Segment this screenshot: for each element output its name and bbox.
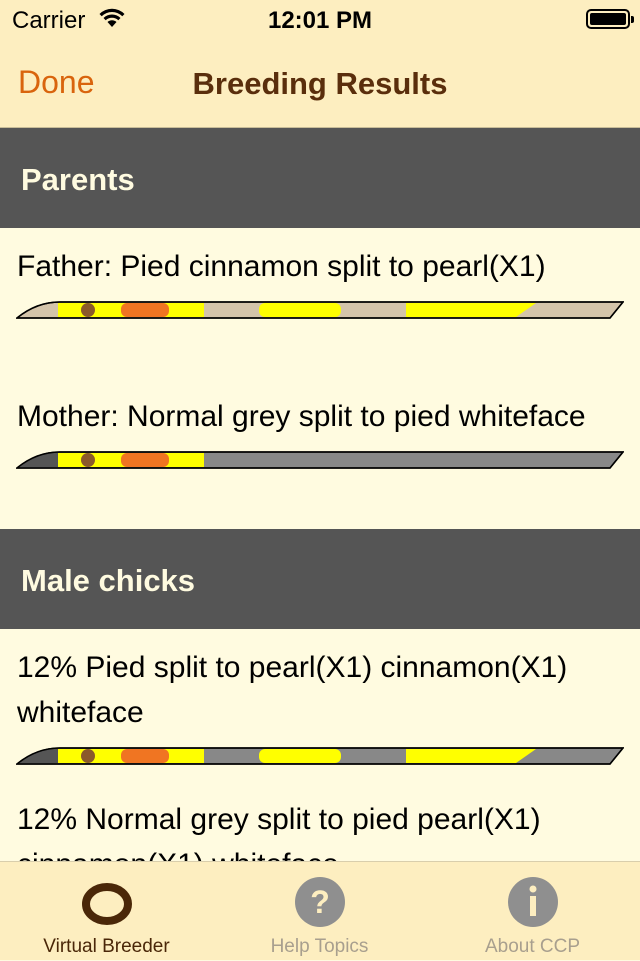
tab-help-topics[interactable]: ? Help Topics	[213, 862, 426, 961]
question-icon: ?	[294, 877, 345, 927]
clock: 12:01 PM	[267, 7, 373, 34]
tab-virtual-breeder[interactable]: Virtual Breeder	[0, 862, 213, 961]
status-bar: Carrier 12:01 PM	[0, 0, 640, 40]
tab-label: Help Topics	[270, 936, 369, 957]
mother-description: Mother: Normal grey split to pied whitef…	[17, 400, 586, 433]
chick-gene-bar	[16, 747, 624, 765]
ring-icon	[81, 883, 132, 925]
tab-label: About CCP	[484, 936, 581, 957]
father-gene-bar	[16, 301, 624, 319]
info-icon	[507, 877, 558, 927]
tab-about-ccp[interactable]: About CCP	[426, 862, 639, 961]
father-row: Father: Pied cinnamon split to pearl(X1)	[0, 228, 640, 378]
chick-row: 12% Pied split to pearl(X1) cinnamon(X1)…	[0, 629, 640, 781]
tab-label: Virtual Breeder	[43, 936, 170, 957]
chick-row: 12% Normal grey split to pied pearl(X1) …	[0, 781, 640, 861]
section-header-parents: Parents	[0, 128, 640, 228]
svg-text:?: ?	[310, 884, 330, 920]
battery-icon	[586, 9, 634, 29]
page-title: Breeding Results	[192, 66, 448, 101]
results-list[interactable]: Parents Father: Pied cinnamon split to p…	[0, 128, 640, 861]
mother-row: Mother: Normal grey split to pied whitef…	[0, 378, 640, 529]
chick-description: 12% Normal grey split to pied pearl(X1) …	[17, 803, 541, 861]
tab-bar: Virtual Breeder ? Help Topics About CCP	[0, 861, 640, 960]
chick-description: 12% Pied split to pearl(X1) cinnamon(X1)…	[17, 651, 568, 729]
father-description: Father: Pied cinnamon split to pearl(X1)	[17, 250, 546, 283]
section-header-male-chicks: Male chicks	[0, 529, 640, 629]
mother-gene-bar	[16, 451, 624, 469]
navigation-bar: Done Breeding Results	[0, 40, 640, 128]
